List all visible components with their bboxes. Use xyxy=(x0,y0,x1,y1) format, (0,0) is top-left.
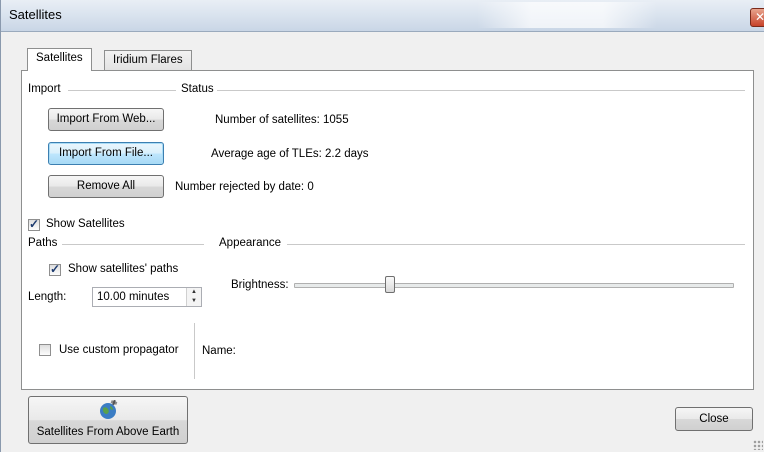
satellites-window: Satellites ✕ Satellites Iridium Flares I… xyxy=(0,0,764,452)
import-from-file-button[interactable]: Import From File... xyxy=(48,142,164,165)
brightness-slider-track[interactable] xyxy=(294,283,734,288)
window-title: Satellites xyxy=(9,7,62,22)
custom-propagator-checkbox[interactable] xyxy=(39,344,51,356)
spin-up-icon[interactable]: ▲ xyxy=(187,288,201,297)
tab-iridium-flares[interactable]: Iridium Flares xyxy=(104,50,192,70)
length-spinbox[interactable]: 10.00 minutes ▲ ▼ xyxy=(92,287,202,307)
show-paths-checkbox[interactable] xyxy=(49,262,61,276)
remove-all-button[interactable]: Remove All xyxy=(48,175,164,198)
title-bar-blur xyxy=(477,2,657,28)
window-close-icon[interactable]: ✕ xyxy=(750,8,764,27)
propagator-name-label: Name: xyxy=(202,345,236,357)
title-bar[interactable]: Satellites ✕ xyxy=(1,0,764,32)
show-satellites-label[interactable]: Show Satellites xyxy=(46,218,125,230)
paths-group-title: Paths xyxy=(28,237,61,249)
satellites-from-above-earth-button[interactable]: Satellites From Above Earth xyxy=(28,396,188,444)
paths-group-line xyxy=(62,244,204,245)
import-group-line xyxy=(68,90,176,91)
length-value[interactable]: 10.00 minutes xyxy=(97,291,169,303)
resize-grip-icon[interactable] xyxy=(753,440,763,450)
satellites-from-above-earth-label: Satellites From Above Earth xyxy=(36,426,180,438)
length-label: Length: xyxy=(28,291,67,303)
show-satellites-checkbox[interactable] xyxy=(28,217,40,231)
num-rejected-text: Number rejected by date: 0 xyxy=(175,181,314,193)
close-button[interactable]: Close xyxy=(675,407,753,431)
propagator-separator xyxy=(194,323,195,379)
satellites-tab-panel: Import Status Import From Web... Import … xyxy=(21,70,754,390)
show-paths-label[interactable]: Show satellites' paths xyxy=(68,263,178,275)
custom-propagator-label[interactable]: Use custom propagator xyxy=(59,344,179,356)
length-spin-arrows[interactable]: ▲ ▼ xyxy=(186,288,201,306)
import-group-title: Import xyxy=(28,83,64,95)
tab-satellites[interactable]: Satellites xyxy=(27,48,92,71)
appearance-group-title: Appearance xyxy=(219,237,285,249)
dialog-body: Satellites Iridium Flares Import Status … xyxy=(1,31,764,452)
import-from-web-button[interactable]: Import From Web... xyxy=(48,108,164,131)
spin-down-icon[interactable]: ▼ xyxy=(187,297,201,306)
brightness-slider-thumb[interactable] xyxy=(385,276,396,293)
status-group-title: Status xyxy=(181,83,217,95)
globe-satellite-icon xyxy=(100,400,118,419)
brightness-label: Brightness: xyxy=(231,279,289,291)
num-satellites-text: Number of satellites: 1055 xyxy=(215,114,349,126)
status-group-line xyxy=(217,90,745,91)
appearance-group-line xyxy=(287,244,745,245)
avg-tle-age-text: Average age of TLEs: 2.2 days xyxy=(211,148,369,160)
